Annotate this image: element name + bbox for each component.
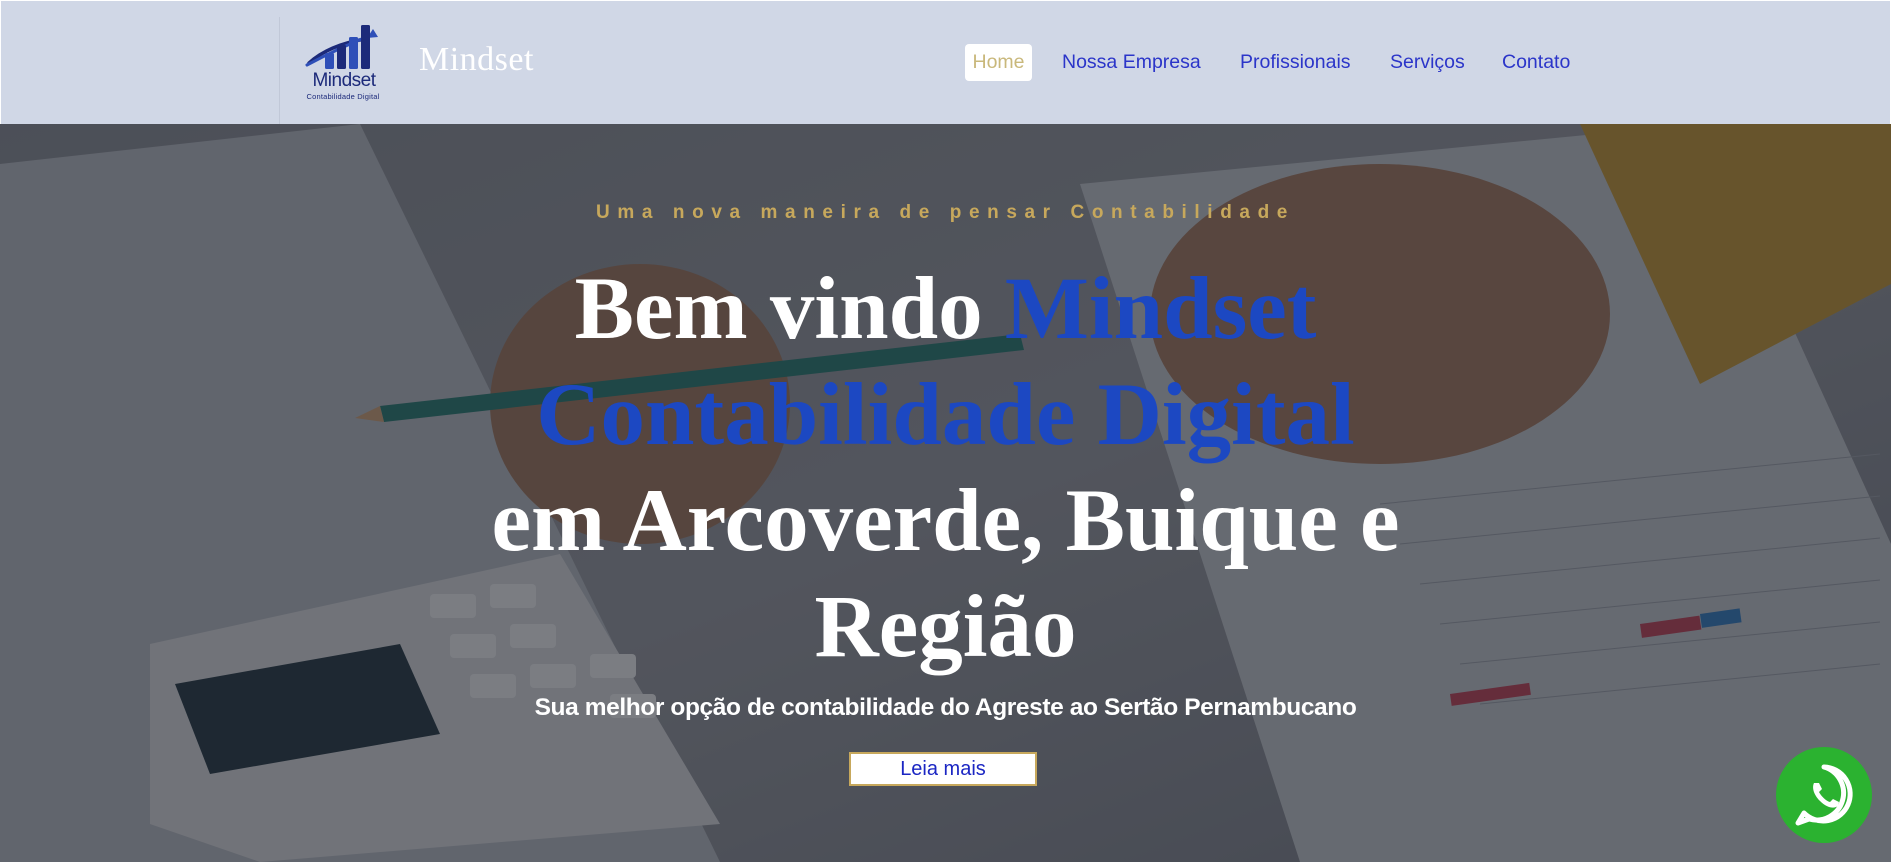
logo-tagline: Contabilidade Digital — [306, 92, 380, 101]
bar-chart-arrow-logo-icon — [305, 25, 378, 69]
hero-headline-suffix: em Arcoverde, Buique e Região — [491, 472, 1400, 676]
nav-item-contato[interactable]: Contato — [1502, 44, 1570, 81]
nav-item-servicos[interactable]: Serviços — [1390, 44, 1465, 81]
site-logo[interactable]: Mindset Contabilidade Digital — [299, 23, 387, 103]
hero-subheadline: Sua melhor opção de contabilidade do Agr… — [534, 694, 1357, 721]
nav-item-nossa-empresa[interactable]: Nossa Empresa — [1062, 44, 1201, 81]
header-divider — [279, 17, 280, 124]
hero-eyebrow: Uma nova maneira de pensar Contabilidade — [596, 202, 1295, 223]
nav-item-profissionais[interactable]: Profissionais — [1240, 44, 1351, 81]
hero-headline-prefix: Bem vindo — [574, 260, 1005, 358]
site-header: Mindset Contabilidade Digital Mindset Ho… — [1, 1, 1890, 124]
logo-wordmark: Mindset — [312, 70, 376, 91]
site-name[interactable]: Mindset — [419, 41, 534, 79]
hero-headline: Bem vindo Mindset Contabilidade Digital … — [420, 256, 1471, 680]
nav-item-home[interactable]: Home — [965, 44, 1032, 81]
whatsapp-icon — [1795, 764, 1853, 826]
hero-section: Uma nova maneira de pensar Contabilidade… — [0, 124, 1891, 862]
read-more-button[interactable]: Leia mais — [849, 752, 1037, 786]
whatsapp-button[interactable] — [1776, 747, 1872, 843]
